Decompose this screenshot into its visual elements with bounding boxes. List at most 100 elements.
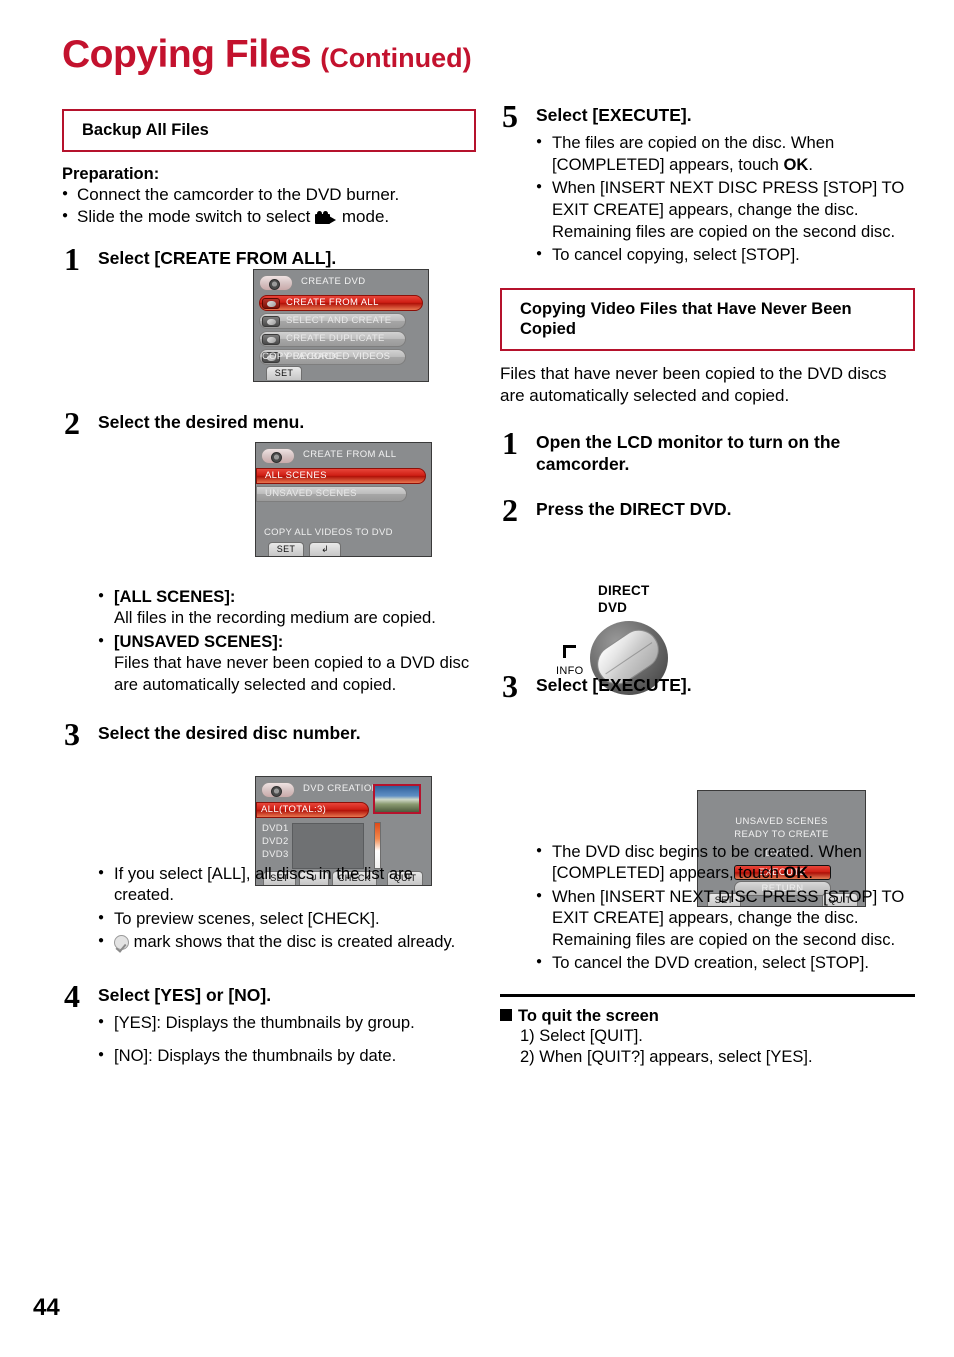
lcd2-header-row: CREATE FROM ALL bbox=[261, 448, 431, 465]
lcd2-item-0-label: ALL SCENES bbox=[265, 470, 327, 481]
lcd1-item-0-label: CREATE FROM ALL bbox=[286, 297, 379, 308]
lcd1-item-2-label: CREATE DUPLICATE bbox=[286, 333, 385, 344]
lcd1-item-1-label: SELECT AND CREATE bbox=[286, 315, 392, 326]
preparation-label: Preparation: bbox=[62, 164, 160, 183]
right-step-3-bullet-2: When [INSERT NEXT DISC PRESS [STOP] TO E… bbox=[536, 886, 915, 951]
right-step-3-bullet-1: The DVD disc begins to be created. When … bbox=[536, 841, 915, 884]
direct-dvd-label-line1: DIRECT bbox=[598, 583, 650, 598]
lcd1-item-create-from-all[interactable]: CREATE FROM ALL bbox=[259, 295, 423, 311]
left-column: Backup All Files Preparation: Connect th… bbox=[62, 109, 476, 1066]
step-4-bullet-1: [YES]: Displays the thumbnails by group. bbox=[98, 1012, 476, 1034]
step-5: 5 Select [EXECUTE]. The files are copied… bbox=[500, 98, 915, 266]
note-unsaved-scenes-label: [UNSAVED SCENES]: bbox=[114, 631, 284, 651]
step-1-title: Select [CREATE FROM ALL]. bbox=[98, 247, 337, 268]
preparation-item-2: Slide the mode switch to select mode. bbox=[62, 206, 476, 228]
step-3: 3 Select the desired disc number. bbox=[62, 716, 476, 752]
manual-page: Copying Files (Continued) Backup All File… bbox=[0, 0, 954, 1357]
lcd1-item-select-and-create[interactable]: SELECT AND CREATE bbox=[259, 313, 406, 329]
page-title-main: Copying Files bbox=[62, 33, 312, 76]
lcd1-item-create-duplicate[interactable]: CREATE DUPLICATE bbox=[259, 331, 406, 347]
step-1: 1 Select [CREATE FROM ALL]. bbox=[62, 241, 476, 277]
step-5-bullets: The files are copied on the disc. When [… bbox=[536, 132, 915, 265]
disc-icon bbox=[261, 448, 295, 464]
step-5-bullet-2: When [INSERT NEXT DISC PRESS [STOP] TO E… bbox=[536, 177, 915, 242]
lcd3-disc-label-1: DVD1 bbox=[262, 823, 289, 834]
lcd1-header: CREATE DVD bbox=[301, 276, 366, 287]
quit-item-1: 1) Select [QUIT]. bbox=[520, 1026, 643, 1045]
preparation-item-1: Connect the camcorder to the DVD burner. bbox=[62, 184, 476, 206]
step-4-title: Select [YES] or [NO]. bbox=[98, 984, 272, 1005]
step-2-notes: [ALL SCENES]: All files in the recording… bbox=[98, 586, 476, 696]
square-bullet-icon bbox=[500, 1008, 512, 1021]
right-step-2-title: Press the DIRECT DVD. bbox=[536, 498, 732, 519]
note-unsaved-scenes: [UNSAVED SCENES]: Files that have never … bbox=[98, 631, 476, 696]
dvd-disc-icon bbox=[262, 333, 280, 345]
step-3-bullet-3: mark shows that the disc is created alre… bbox=[98, 931, 476, 953]
lcd-screen-create-from-all: CREATE FROM ALL ALL SCENES UNSAVED SCENE… bbox=[255, 442, 432, 557]
right-step-3-number: 3 bbox=[502, 668, 518, 705]
quit-section: To quit the screen 1) Select [QUIT]. 2) … bbox=[500, 1007, 915, 1069]
note-all-scenes: [ALL SCENES]: All files in the recording… bbox=[98, 586, 476, 629]
lcd2-footer: COPY ALL VIDEOS TO DVD bbox=[264, 527, 393, 538]
right-step-3: 3 Select [EXECUTE]. bbox=[500, 668, 915, 704]
lcd3-row-all-total[interactable]: ALL(TOTAL:3) bbox=[256, 802, 369, 818]
step-3-bullet-1: If you select [ALL], all discs in the li… bbox=[98, 863, 476, 906]
disc-icon bbox=[259, 275, 293, 291]
lcd4-line1: UNSAVED SCENES bbox=[735, 816, 828, 827]
step-3-bullet-3-text: mark shows that the disc is created alre… bbox=[133, 932, 456, 952]
disc-icon bbox=[261, 782, 295, 798]
lcd2-item-1-label: UNSAVED SCENES bbox=[265, 488, 357, 499]
page-title-continued: (Continued) bbox=[320, 43, 472, 73]
quit-item-2: 2) When [QUIT?] appears, select [YES]. bbox=[520, 1048, 813, 1067]
right-step-2: 2 Press the DIRECT DVD. bbox=[500, 492, 915, 528]
step-4-bullets: [YES]: Displays the thumbnails by group.… bbox=[98, 1012, 476, 1066]
section-heading-copying-never-copied: Copying Video Files that Have Never Been… bbox=[500, 287, 915, 351]
right-step-2-number: 2 bbox=[502, 491, 518, 528]
dvd-disc-icon bbox=[262, 297, 280, 309]
note-all-scenes-text: All files in the recording medium are co… bbox=[114, 608, 436, 628]
page-number: 44 bbox=[33, 1294, 60, 1321]
lcd2-header: CREATE FROM ALL bbox=[303, 449, 397, 460]
lcd2-item-unsaved-scenes[interactable]: UNSAVED SCENES bbox=[256, 486, 407, 502]
direct-dvd-label-line2: DVD bbox=[598, 600, 628, 615]
lcd1-header-row: CREATE DVD bbox=[259, 275, 428, 292]
page-title: Copying Files (Continued) bbox=[62, 33, 472, 77]
preparation-item-2-suffix: mode. bbox=[341, 206, 390, 226]
step-2: 2 Select the desired menu. bbox=[62, 405, 476, 441]
camcorder-mode-icon bbox=[315, 210, 337, 224]
preparation-list: Connect the camcorder to the DVD burner.… bbox=[62, 184, 476, 228]
step-4-number: 4 bbox=[64, 977, 80, 1014]
quit-heading-text: To quit the screen bbox=[518, 1006, 659, 1025]
right-column: 5 Select [EXECUTE]. The files are copied… bbox=[500, 98, 915, 1069]
right-step-3-bullet-3: To cancel the DVD creation, select [STOP… bbox=[536, 952, 915, 974]
step-2-number: 2 bbox=[64, 405, 80, 442]
step-5-bullet-3: To cancel copying, select [STOP]. bbox=[536, 244, 915, 266]
lcd4-line2: READY TO CREATE bbox=[734, 829, 829, 840]
lcd3-disc-label-3: DVD3 bbox=[262, 849, 289, 860]
note-unsaved-scenes-text: Files that have never been copied to a D… bbox=[114, 653, 470, 694]
lcd1-set-button[interactable]: SET bbox=[266, 366, 302, 380]
info-bracket-icon bbox=[563, 645, 576, 658]
right-step-1: 1 Open the LCD monitor to turn on the ca… bbox=[500, 425, 915, 475]
step-3-bullets: If you select [ALL], all discs in the li… bbox=[98, 863, 476, 953]
step-5-number: 5 bbox=[502, 98, 518, 134]
preparation-item-2-text: Slide the mode switch to select bbox=[77, 206, 311, 226]
step-5-title: Select [EXECUTE]. bbox=[536, 105, 692, 125]
lcd2-back-button[interactable]: ↲ bbox=[309, 542, 341, 556]
right-step-1-title: Open the LCD monitor to turn on the camc… bbox=[536, 432, 841, 474]
dvd-disc-icon bbox=[262, 315, 280, 327]
lcd1-footer: COPY RECORDED VIDEOS bbox=[262, 351, 391, 362]
section-heading-backup-all-files: Backup All Files bbox=[62, 109, 476, 152]
horizontal-rule bbox=[500, 993, 915, 997]
step-2-title: Select the desired menu. bbox=[98, 412, 305, 433]
right-intro-text: Files that have never been copied to the… bbox=[500, 363, 887, 406]
lcd3-row-all-total-label: ALL(TOTAL:3) bbox=[261, 804, 327, 815]
step-4-bullet-2: [NO]: Displays the thumbnails by date. bbox=[98, 1045, 476, 1067]
lcd-screen-create-dvd: CREATE DVD CREATE FROM ALL SELECT AND CR… bbox=[253, 269, 429, 382]
note-all-scenes-label: [ALL SCENES]: bbox=[114, 586, 236, 606]
quit-section-heading: To quit the screen bbox=[500, 1007, 915, 1026]
lcd2-set-button[interactable]: SET bbox=[268, 542, 304, 556]
right-step-3-title: Select [EXECUTE]. bbox=[536, 675, 692, 696]
step-1-number: 1 bbox=[64, 240, 80, 277]
lcd2-item-all-scenes[interactable]: ALL SCENES bbox=[256, 468, 426, 484]
